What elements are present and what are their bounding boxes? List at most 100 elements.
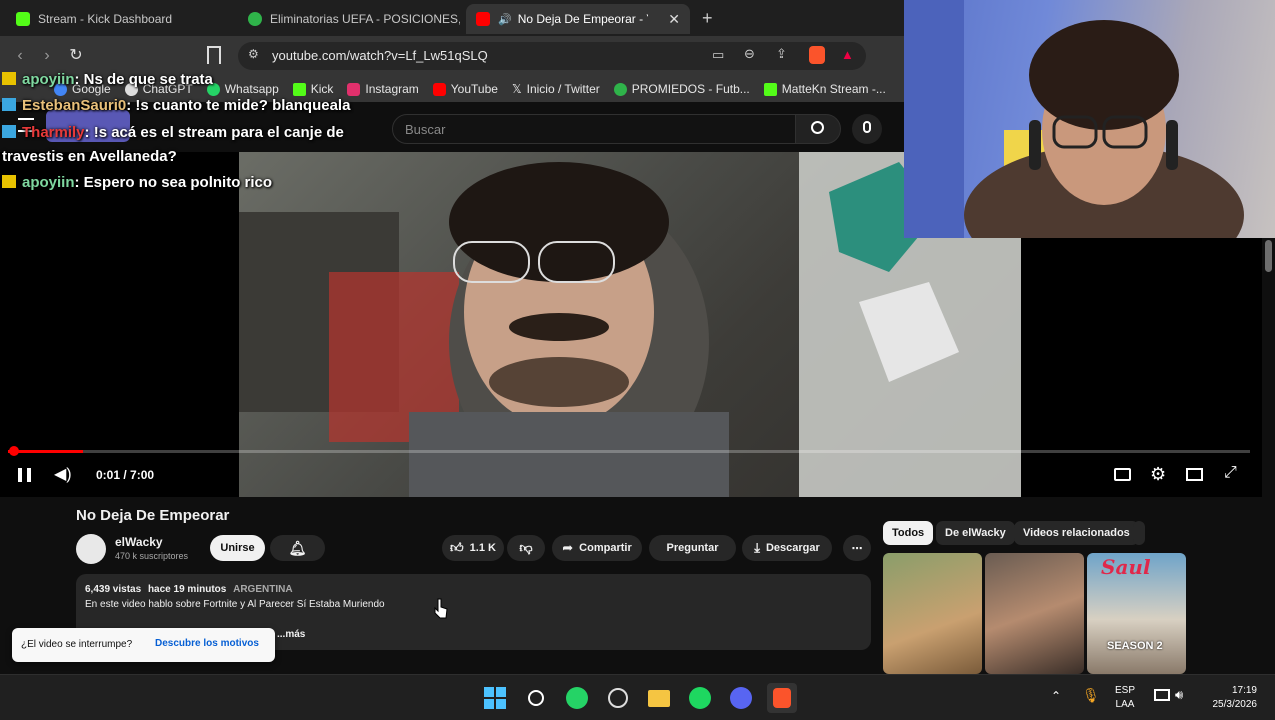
new-tab-button[interactable]: +	[702, 8, 713, 29]
more-actions-button[interactable]: ⋯	[843, 535, 871, 561]
recommended-thumbnail[interactable]: Saul SEASON 2	[1087, 553, 1186, 674]
system-clock[interactable]: 17:19 25/3/2026	[1197, 684, 1258, 712]
fullscreen-icon[interactable]: ⤢	[1224, 464, 1237, 482]
country: ARGENTINA	[233, 584, 293, 595]
chat-username: apoyiin	[22, 174, 75, 191]
scrubber-handle[interactable]	[8, 446, 19, 456]
toast-link[interactable]: Descubre los motivos	[155, 638, 259, 649]
settings-gear-icon[interactable]: ⚙	[1150, 464, 1166, 485]
kick-badge-icon	[2, 125, 16, 138]
theater-mode-icon[interactable]	[1186, 468, 1203, 481]
input-language[interactable]: ESP LAA	[1111, 684, 1139, 712]
taskbar-search[interactable]	[521, 683, 551, 713]
recommended-thumbnail[interactable]	[883, 553, 982, 674]
taskbar-brave[interactable]	[767, 683, 797, 713]
bookmark-twitter[interactable]: 𝕏 Inicio / Twitter	[512, 82, 600, 96]
avatar[interactable]	[76, 534, 106, 564]
download-label: Descargar	[765, 542, 820, 554]
chat-message-continued: travestis en Avellaneda?	[2, 148, 177, 165]
close-tab-icon[interactable]: ✕	[668, 11, 680, 28]
start-button[interactable]	[480, 683, 510, 713]
tab-label: Stream - Kick Dashboard	[38, 12, 173, 26]
notifications-button[interactable]: 🔔︎	[270, 535, 325, 561]
bookmark-label: Whatsapp	[224, 82, 279, 96]
scrollbar-thumb[interactable]	[1265, 240, 1272, 272]
cast-icon[interactable]: ▭	[712, 47, 724, 63]
chip-next[interactable]	[1133, 521, 1145, 545]
chat-text: : !s cuanto te mide? blanqueala	[126, 97, 351, 114]
ask-button[interactable]: Preguntar	[649, 535, 736, 561]
chip-from-channel[interactable]: De elWacky	[936, 521, 1015, 545]
show-hidden-icons[interactable]: ⌃	[1051, 689, 1061, 703]
progress-bar[interactable]	[8, 446, 1250, 456]
search-icon	[811, 121, 824, 134]
bookmark-instagram[interactable]: Instagram	[347, 82, 419, 96]
share-icon[interactable]: ⇪	[776, 46, 787, 62]
chip-all[interactable]: Todos	[883, 521, 934, 545]
mouse-cursor	[434, 597, 448, 624]
more-icon: ⋯	[851, 542, 863, 555]
whatsapp-icon	[566, 687, 588, 709]
chat-message: Tharmily: !s acá es el stream para el ca…	[2, 124, 344, 141]
bookmark-label: YouTube	[450, 82, 498, 96]
bookmark-youtube[interactable]: YouTube	[432, 82, 498, 96]
tab-label: Eliminatorias UEFA - POSICIONES, RE	[270, 12, 460, 26]
clock-time: 17:19	[1231, 685, 1257, 696]
download-button[interactable]: ⤓ Descargar	[742, 535, 832, 561]
taskbar-file-explorer[interactable]	[644, 683, 674, 713]
x-twitter-icon: 𝕏	[511, 82, 522, 96]
voice-search-button[interactable]	[852, 114, 882, 144]
zoom-icon[interactable]: ⊖	[744, 46, 755, 62]
bookmark-whatsapp[interactable]: Whatsapp	[206, 82, 279, 96]
taskbar-discord[interactable]	[726, 683, 756, 713]
thumbs-up-icon: 👍︎	[450, 540, 464, 555]
taskbar-whatsapp[interactable]	[562, 683, 592, 713]
search-button[interactable]	[795, 114, 841, 144]
taskbar-chatgpt[interactable]	[603, 683, 633, 713]
bookmark-promiedos[interactable]: PROMIEDOS - Futb...	[613, 82, 750, 96]
site-info-icon[interactable]: ⚙	[248, 47, 259, 61]
address-bar[interactable]: ⚙ youtube.com/watch?v=Lf_Lw51qSLQ ▭ ⊖ ⇪ …	[238, 42, 866, 70]
speaker-icon: 🔊	[498, 13, 512, 26]
kick-icon	[292, 82, 306, 96]
microphone-icon[interactable]: 🎙︎	[1082, 687, 1100, 704]
pause-icon[interactable]	[18, 468, 31, 482]
bookmark-kick[interactable]: Kick	[292, 82, 333, 96]
folder-icon	[648, 689, 670, 707]
chat-message: EstebanSauri0: !s cuanto te mide? blanqu…	[2, 97, 350, 114]
bookmark-icon[interactable]	[207, 46, 221, 64]
reload-icon[interactable]: ↻	[66, 46, 86, 66]
chip-related[interactable]: Videos relacionados	[1014, 521, 1139, 545]
recommended-thumbnail[interactable]	[985, 553, 1084, 674]
webcam-overlay	[904, 0, 1275, 238]
progress-fill	[8, 450, 83, 453]
dislike-button[interactable]: 👎︎	[507, 535, 545, 561]
layout-code: LAA	[1115, 699, 1135, 710]
brave-shields-icon[interactable]	[809, 46, 825, 64]
search-input[interactable]: Buscar	[392, 114, 796, 144]
chat-username: EstebanSauri0	[22, 97, 127, 114]
url-text: youtube.com/watch?v=Lf_Lw51qSLQ	[272, 48, 488, 63]
page-scrollbar[interactable]	[1262, 238, 1275, 674]
channel-name[interactable]: elWacky	[115, 535, 163, 549]
brave-rewards-icon[interactable]: ▲	[841, 47, 854, 62]
join-button[interactable]: Unirse	[210, 535, 265, 561]
show-more-link[interactable]: ...más	[277, 629, 305, 640]
like-button[interactable]: 👍︎ 1.1 K	[442, 535, 504, 561]
tab-kick-dashboard[interactable]: Stream - Kick Dashboard	[6, 4, 232, 34]
network-icon[interactable]	[1154, 689, 1170, 701]
kick-icon	[16, 12, 30, 26]
bookmark-matteken[interactable]: MatteKn Stream -...	[763, 82, 886, 96]
tab-youtube[interactable]: 🔊 No Deja De Empeorar - YouTube ✕	[466, 4, 690, 34]
share-icon: ➦	[562, 540, 574, 555]
taskbar-spotify[interactable]	[685, 683, 715, 713]
brave-icon	[773, 688, 791, 708]
volume-icon[interactable]: ◀)	[54, 464, 72, 484]
share-button[interactable]: ➦ Compartir	[552, 535, 642, 561]
back-icon[interactable]: ‹	[10, 46, 30, 66]
search-icon	[528, 690, 544, 706]
subtitles-icon[interactable]	[1114, 468, 1131, 481]
tab-eliminatorias[interactable]: Eliminatorias UEFA - POSICIONES, RE	[238, 4, 460, 34]
forward-icon[interactable]: ›	[37, 46, 57, 66]
volume-icon[interactable]: 🔊︎	[1175, 687, 1183, 703]
